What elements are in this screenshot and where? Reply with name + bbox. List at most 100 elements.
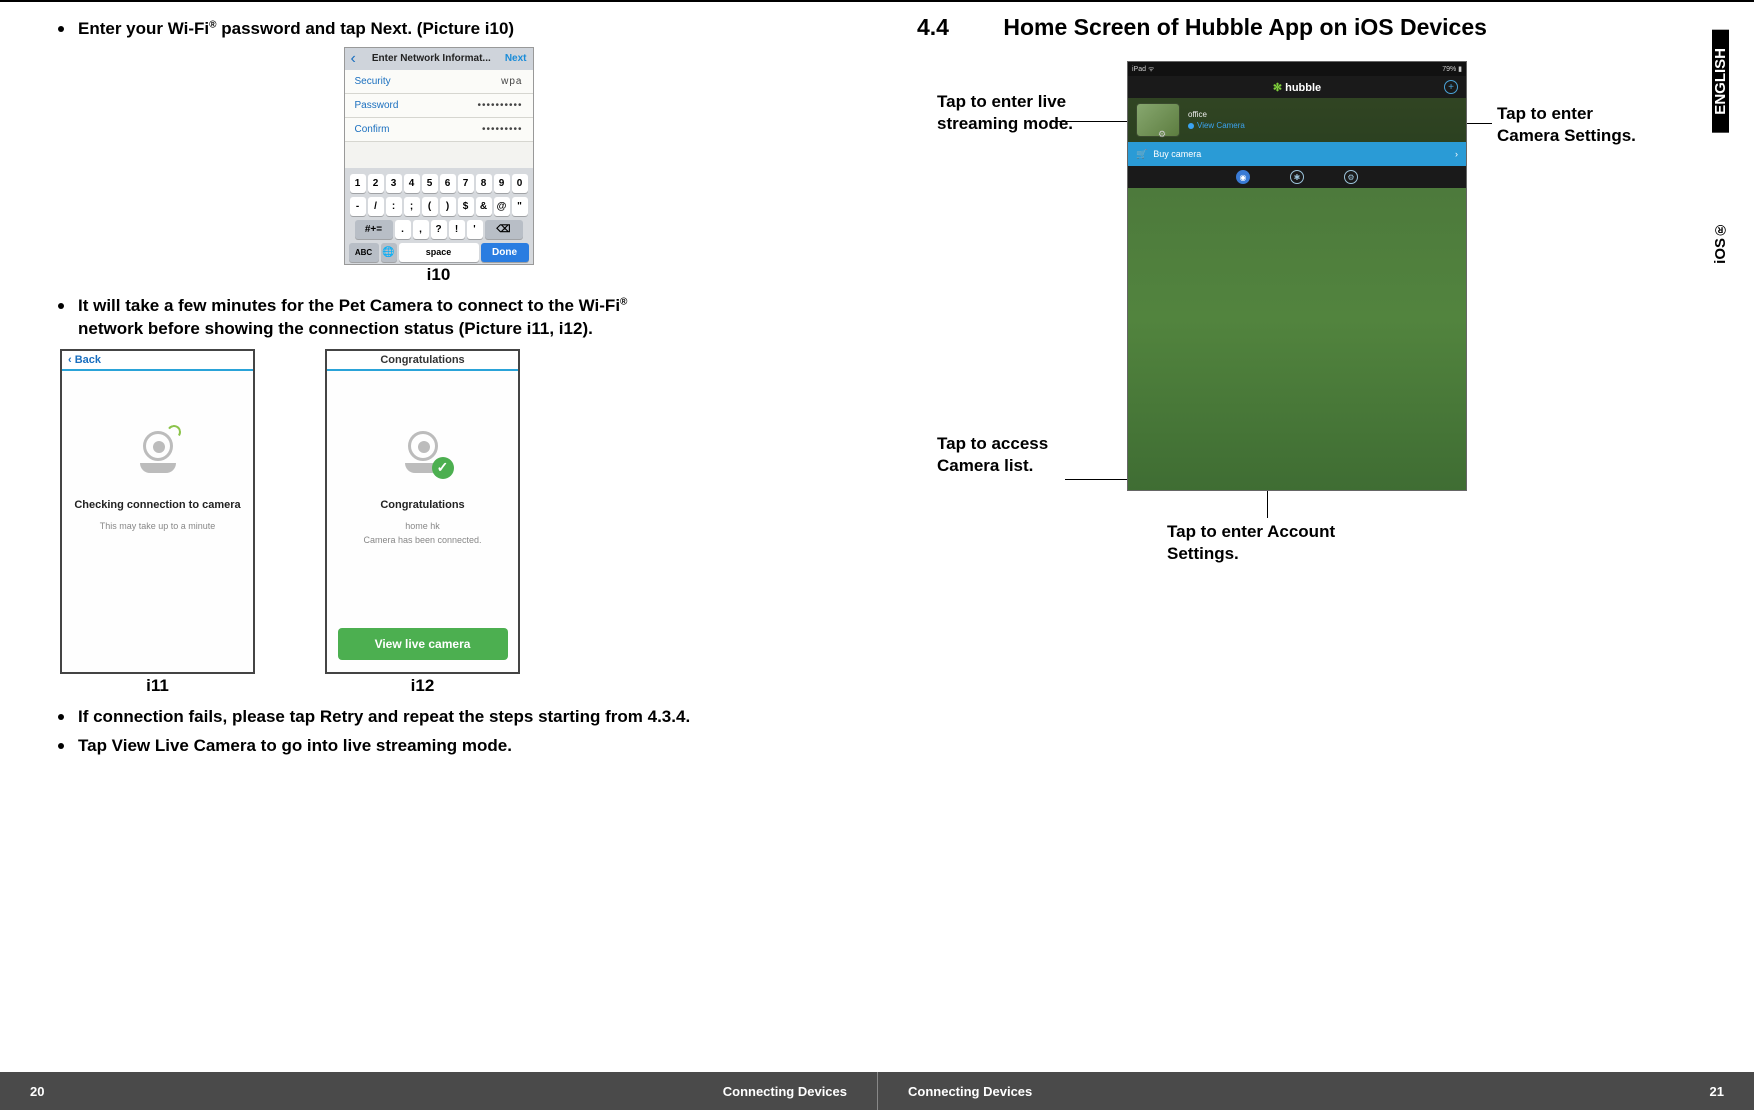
key[interactable]: 1 (350, 174, 366, 193)
key-row: #+=.,?!'⌫ (345, 218, 533, 241)
key[interactable]: ; (404, 197, 420, 216)
caption-i10: i10 (344, 265, 534, 285)
done-key[interactable]: Done (481, 243, 529, 262)
back-icon[interactable]: ‹ (351, 50, 356, 68)
next-button[interactable]: Next (505, 53, 527, 64)
page-right: 4.4 Home Screen of Hubble App on iOS Dev… (877, 0, 1754, 1110)
key[interactable]: ! (449, 220, 465, 239)
camera-meta: office View Camera (1188, 110, 1245, 130)
key[interactable]: 4 (404, 174, 420, 193)
page-number: 20 (30, 1084, 44, 1099)
keyboard: 1234567890 -/:;()$&@" #+=.,?!'⌫ ABC 🌐 sp… (345, 168, 533, 264)
i11-wrap: ‹ Back Checking connection to camera Thi… (60, 349, 255, 696)
key[interactable]: 2 (368, 174, 384, 193)
key[interactable]: ) (440, 197, 456, 216)
i11-heading: Checking connection to camera (74, 499, 240, 511)
add-camera-button[interactable]: + (1444, 80, 1458, 94)
camera-name: office (1188, 110, 1245, 119)
i10-nav-title: Enter Network Informat... (358, 53, 505, 64)
value: •••••••••• (477, 100, 522, 111)
bullet-connecting: It will take a few minutes for the Pet C… (58, 295, 837, 341)
label: Security (355, 76, 391, 87)
abc-key[interactable]: ABC (349, 243, 379, 262)
account-tab[interactable]: ✱ (1290, 170, 1304, 184)
key[interactable]: & (476, 197, 492, 216)
screenshot-i12: Congratulations ✓ Congratulations home h… (325, 349, 520, 674)
globe-key[interactable]: 🌐 (381, 243, 397, 262)
gear-icon[interactable]: ⚙ (1158, 129, 1166, 140)
key[interactable]: ( (422, 197, 438, 216)
key[interactable]: $ (458, 197, 474, 216)
key[interactable]: , (413, 220, 429, 239)
bullet-text: Tap View Live Camera to go into live str… (78, 735, 512, 758)
tablet-screenshot: iPad ᯤ 79% ▮ ✼ hubble + office View Came… (1127, 61, 1467, 491)
i12-subtext: Camera has been connected. (363, 535, 481, 545)
camera-status: View Camera (1188, 121, 1245, 130)
footer-label: Connecting Devices (908, 1084, 1032, 1099)
key[interactable]: 0 (512, 174, 528, 193)
key[interactable]: ? (431, 220, 447, 239)
key[interactable]: ⌫ (485, 220, 523, 239)
ios-label: iOS® (1712, 203, 1729, 282)
status-right: 79% ▮ (1442, 65, 1462, 73)
bullet-dot (58, 714, 64, 720)
view-live-camera-button[interactable]: View live camera (338, 628, 508, 660)
callout-account-settings: Tap to enter Account Settings. (1167, 521, 1367, 565)
key[interactable]: : (386, 197, 402, 216)
document-spread: Enter your Wi-Fi ® password and tap Next.… (0, 0, 1754, 1110)
bullet-dot (58, 743, 64, 749)
i10-navbar: ‹ Enter Network Informat... Next (345, 48, 533, 70)
language-tab[interactable]: ENGLISH (1712, 30, 1729, 133)
chevron-right-icon: › (1455, 149, 1458, 159)
text: password and tap Next. (Picture i10) (217, 19, 515, 38)
key[interactable]: #+= (355, 220, 393, 239)
footer: 20 Connecting Devices Connecting Devices… (0, 1072, 1754, 1110)
page-number: 21 (1710, 1084, 1724, 1099)
bullet-retry: If connection fails, please tap Retry an… (58, 706, 837, 729)
camera-base-icon (140, 463, 176, 473)
buy-text: Buy camera (1153, 149, 1201, 159)
bullet-text: Enter your Wi-Fi® password and tap Next.… (78, 18, 514, 41)
key-row: -/:;()$&@" (345, 195, 533, 218)
back-button[interactable]: ‹ Back (68, 354, 101, 366)
status-dot (1188, 123, 1194, 129)
key[interactable]: ' (467, 220, 483, 239)
camera-row[interactable]: office View Camera ⚙ (1128, 98, 1466, 142)
key[interactable]: 5 (422, 174, 438, 193)
value: wpa (501, 76, 522, 87)
camera-lens-icon (143, 431, 173, 461)
key[interactable]: . (395, 220, 411, 239)
key[interactable]: @ (494, 197, 510, 216)
key[interactable]: 9 (494, 174, 510, 193)
field-confirm[interactable]: Confirm ••••••••• (345, 118, 533, 142)
bullet-enter-wifi: Enter your Wi-Fi® password and tap Next.… (58, 18, 837, 41)
key[interactable]: " (512, 197, 528, 216)
text: Enter your Wi-Fi (78, 19, 209, 38)
space-key[interactable]: space (399, 243, 479, 262)
reg-mark: ® (620, 296, 627, 307)
bullet-view-live: Tap View Live Camera to go into live str… (58, 735, 837, 758)
callout-camera-settings: Tap to enter Camera Settings. (1497, 103, 1637, 147)
field-password[interactable]: Password •••••••••• (345, 94, 533, 118)
key[interactable]: 6 (440, 174, 456, 193)
key[interactable]: - (350, 197, 366, 216)
key[interactable]: 8 (476, 174, 492, 193)
key[interactable]: 3 (386, 174, 402, 193)
logo-text: hubble (1285, 82, 1321, 94)
key[interactable]: / (368, 197, 384, 216)
buy-camera-row[interactable]: 🛒Buy camera › (1128, 142, 1466, 166)
camera-icon (135, 431, 181, 477)
key-row: 1234567890 (345, 172, 533, 195)
bullet-dot (58, 303, 64, 309)
text: It will take a few minutes for the Pet C… (78, 296, 620, 315)
status-bar: iPad ᯤ 79% ▮ (1128, 62, 1466, 76)
settings-tab[interactable]: ⚙ (1344, 170, 1358, 184)
field-security[interactable]: Security wpa (345, 70, 533, 94)
camera-list-tab[interactable]: ◉ (1236, 170, 1250, 184)
key[interactable]: 7 (458, 174, 474, 193)
callout-camera-list: Tap to access Camera list. (937, 433, 1097, 477)
bullet-text: If connection fails, please tap Retry an… (78, 706, 690, 729)
camera-lens-icon (408, 431, 438, 461)
i12-body: ✓ Congratulations home hk Camera has bee… (327, 371, 518, 672)
footer-right: Connecting Devices 21 (877, 1072, 1754, 1110)
